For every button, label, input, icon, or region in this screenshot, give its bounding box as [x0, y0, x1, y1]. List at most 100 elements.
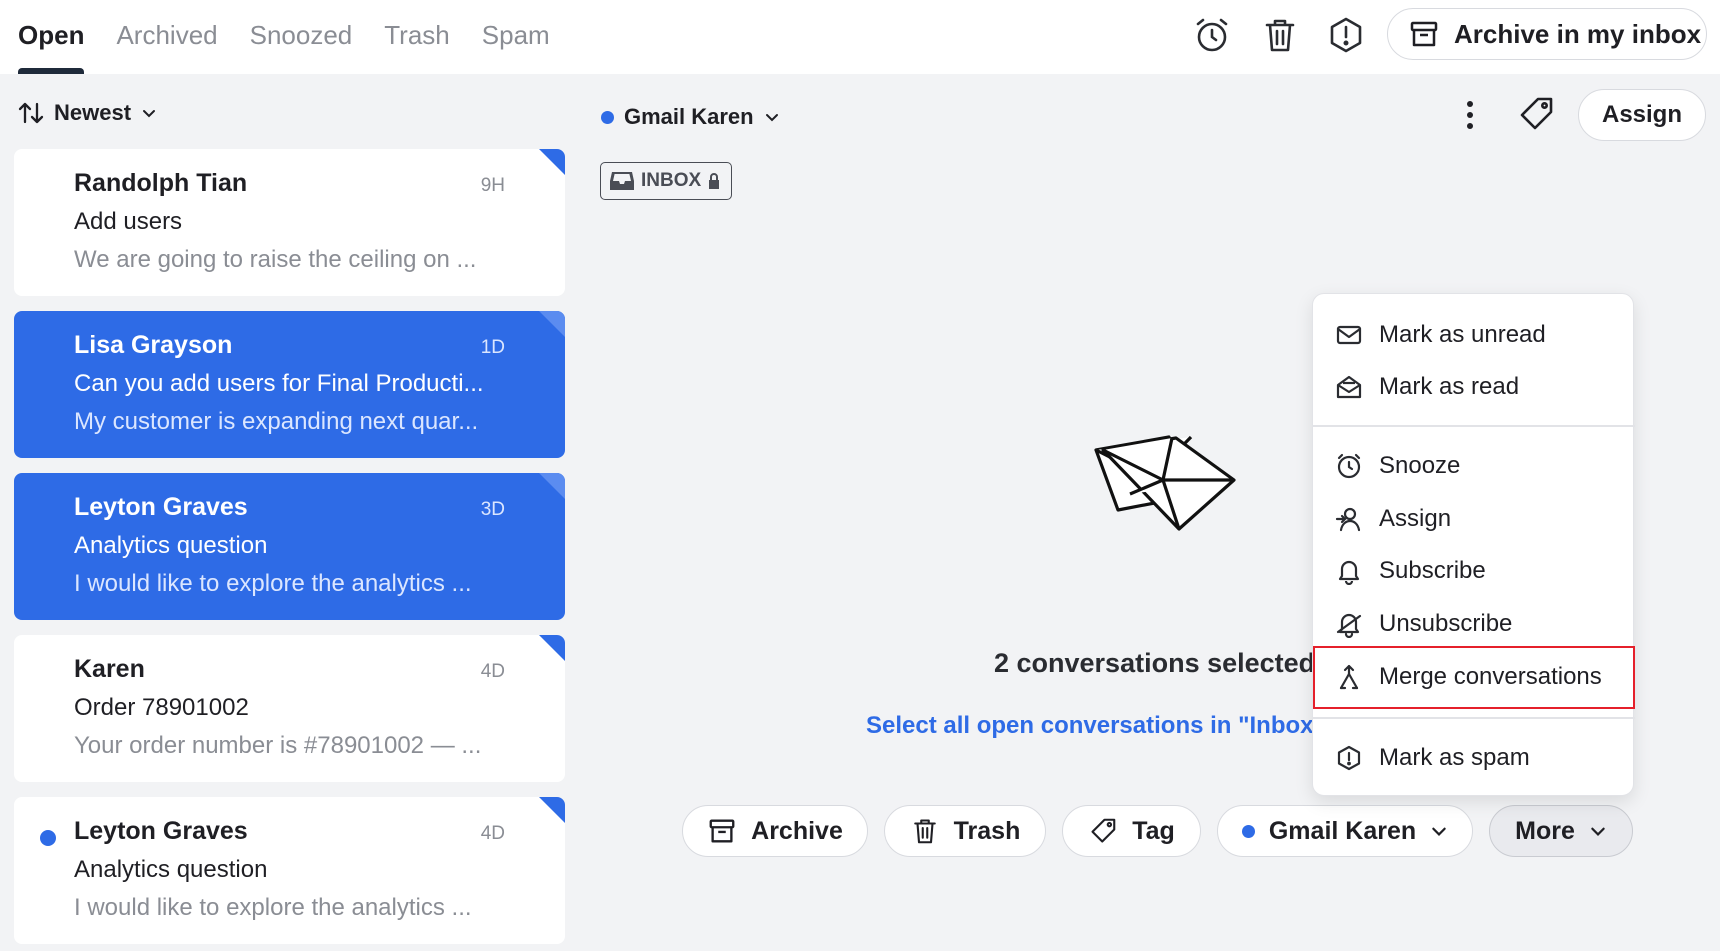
sort-label: Newest: [54, 100, 132, 125]
unassigned-corner-marker: [539, 473, 565, 499]
bulk-tag-button[interactable]: Tag: [1062, 805, 1201, 857]
conversation-preview: We are going to raise the ceiling on ...: [74, 246, 477, 273]
contact-name: Karen: [74, 655, 145, 683]
inbox-chip-label: INBOX: [641, 170, 702, 191]
bell-off-icon: [1336, 613, 1362, 638]
unassigned-corner-marker: [539, 149, 565, 175]
conversation-preview: I would like to explore the analytics ..…: [74, 570, 472, 597]
conversation-time: 4D: [480, 661, 505, 682]
merge-icon: [1339, 664, 1359, 690]
chevron-down-icon: [1591, 827, 1605, 836]
conversation-card[interactable]: Leyton Graves 3D Analytics question I wo…: [14, 473, 565, 620]
contact-name: Leyton Graves: [74, 817, 248, 845]
tab-snoozed[interactable]: Snoozed: [250, 0, 353, 74]
bulk-archive-label: Archive: [751, 816, 843, 845]
spam-button[interactable]: [1326, 15, 1366, 55]
more-vertical-icon: [1467, 101, 1473, 129]
tab-archived[interactable]: Archived: [116, 0, 217, 74]
inbox-color-dot: [601, 110, 614, 124]
more-options-button[interactable]: [1452, 95, 1488, 135]
menu-item-subscribe[interactable]: Subscribe: [1313, 545, 1635, 597]
trash-button[interactable]: [1260, 15, 1300, 55]
menu-item-assign[interactable]: Assign: [1313, 493, 1635, 545]
chevron-down-icon: [1432, 827, 1446, 836]
tag-button[interactable]: [1516, 94, 1556, 134]
conversation-preview: My customer is expanding next quar...: [74, 408, 479, 435]
trash-icon: [913, 819, 936, 844]
conversation-card[interactable]: Karen 4D Order 78901002 Your order numbe…: [14, 635, 565, 782]
tag-icon: [1091, 818, 1116, 843]
inbox-tray-icon: [610, 172, 634, 190]
menu-item-label: Mark as unread: [1379, 321, 1546, 348]
archive-in-my-inbox-label: Archive in my inbox: [1454, 18, 1702, 49]
conversation-subject: Analytics question: [74, 856, 268, 883]
conversation-time: 9H: [480, 175, 505, 196]
assign-icon: [1335, 507, 1361, 532]
bulk-more-button[interactable]: More: [1489, 805, 1633, 857]
menu-item-snooze[interactable]: Snooze: [1313, 440, 1635, 492]
conversation-subject: Add users: [74, 208, 183, 235]
conversation-time: 3D: [480, 499, 505, 520]
chevron-down-icon: [143, 110, 156, 118]
tab-spam[interactable]: Spam: [482, 0, 550, 74]
conversation-preview: I would like to explore the analytics ..…: [74, 894, 472, 921]
menu-item-mark-as-read[interactable]: Mark as read: [1313, 361, 1635, 413]
archive-box-icon: [709, 819, 735, 843]
bell-icon: [1338, 560, 1360, 585]
envelopes-illustration: [1094, 435, 1236, 531]
select-all-link[interactable]: Select all open conversations in "Inbox": [866, 712, 1325, 740]
menu-item-label: Snooze: [1379, 452, 1461, 479]
bulk-more-label: More: [1515, 816, 1575, 845]
assign-button[interactable]: Assign: [1578, 89, 1706, 141]
archive-in-my-inbox-button[interactable]: Archive in my inbox: [1387, 8, 1707, 60]
unread-dot: [40, 830, 56, 846]
menu-item-label: Subscribe: [1379, 557, 1486, 584]
spam-icon: [1330, 17, 1362, 53]
conversation-card[interactable]: Leyton Graves 4D Analytics question I wo…: [14, 797, 565, 944]
bulk-tag-label: Tag: [1132, 816, 1175, 845]
conversation-subject: Order 78901002: [74, 694, 249, 721]
envelope-open-icon: [1336, 375, 1362, 399]
conversation-subject: Analytics question: [74, 532, 268, 559]
spam-icon: [1337, 745, 1361, 771]
menu-item-label: Mark as spam: [1379, 744, 1530, 771]
sort-dropdown[interactable]: Newest: [18, 100, 157, 126]
chevron-down-icon: [765, 114, 778, 122]
menu-item-mark-as-spam[interactable]: Mark as spam: [1313, 732, 1635, 784]
bulk-move-inbox-button[interactable]: Gmail Karen: [1217, 805, 1473, 857]
menu-item-label: Merge conversations: [1379, 663, 1602, 690]
menu-divider: [1313, 425, 1635, 427]
alarm-clock-icon: [1196, 18, 1228, 52]
menu-divider: [1313, 717, 1635, 719]
bulk-trash-button[interactable]: Trash: [884, 805, 1046, 857]
inbox-selector[interactable]: Gmail Karen: [601, 104, 780, 130]
archive-box-icon: [1410, 21, 1438, 47]
unassigned-corner-marker: [539, 635, 565, 661]
menu-item-label: Mark as read: [1379, 373, 1520, 400]
tag-icon: [1520, 97, 1553, 130]
menu-item-unsubscribe[interactable]: Unsubscribe: [1313, 598, 1635, 650]
tab-trash[interactable]: Trash: [384, 0, 450, 74]
alarm-clock-icon: [1337, 453, 1361, 479]
sort-arrows-icon: [18, 102, 44, 124]
bulk-inbox-label: Gmail Karen: [1268, 816, 1417, 845]
menu-item-label: Assign: [1379, 505, 1452, 532]
envelope-icon: [1336, 325, 1362, 345]
contact-name: Randolph Tian: [74, 169, 248, 197]
conversation-time: 1D: [480, 337, 505, 358]
contact-name: Leyton Graves: [74, 493, 248, 521]
bulk-archive-button[interactable]: Archive: [682, 805, 868, 857]
conversation-subject: Can you add users for Final Producti...: [74, 370, 484, 397]
trash-icon: [1265, 19, 1295, 52]
menu-item-mark-as-unread[interactable]: Mark as unread: [1313, 309, 1635, 361]
tab-open[interactable]: Open: [18, 0, 85, 74]
conversation-card[interactable]: Randolph Tian 9H Add users We are going …: [14, 149, 565, 296]
more-actions-menu: Mark as unread Mark as read Snooze Assig…: [1312, 293, 1635, 796]
snooze-button[interactable]: [1192, 15, 1232, 55]
menu-item-merge-conversations[interactable]: Merge conversations: [1313, 651, 1635, 703]
conversation-card[interactable]: Lisa Grayson 1D Can you add users for Fi…: [14, 311, 565, 458]
inbox-label-chip: INBOX: [600, 162, 732, 200]
unassigned-corner-marker: [539, 797, 565, 823]
menu-item-label: Unsubscribe: [1379, 610, 1513, 637]
lock-icon: [709, 173, 720, 189]
